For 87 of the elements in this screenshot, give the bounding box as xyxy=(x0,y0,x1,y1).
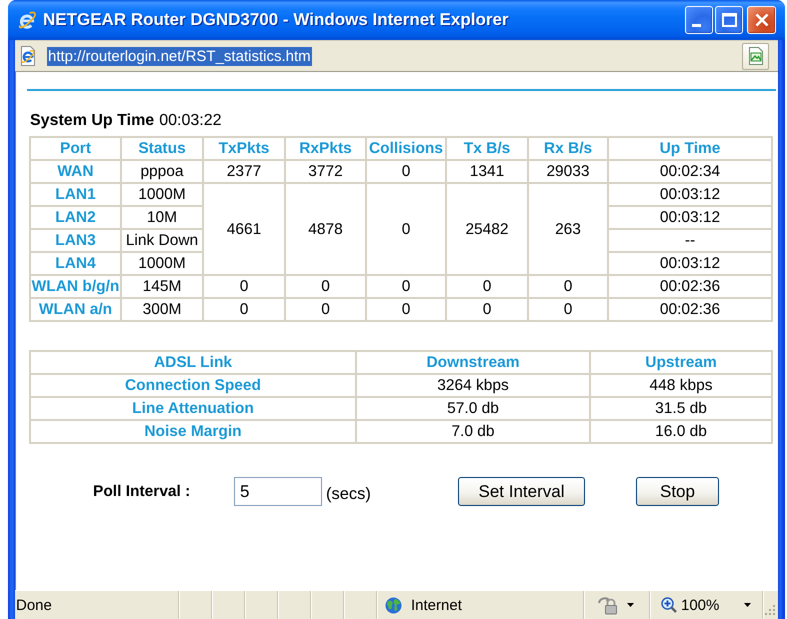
table-cell: 4878 xyxy=(285,183,366,275)
column-header: TxPkts xyxy=(203,137,285,160)
table-cell: 31.5 db xyxy=(590,397,772,420)
row-header: WAN xyxy=(30,160,121,183)
row-header: Noise Margin xyxy=(30,420,356,443)
column-header: Rx B/s xyxy=(528,137,608,160)
table-cell: 0 xyxy=(285,275,366,298)
set-interval-button[interactable]: Set Interval xyxy=(458,477,585,506)
table-cell: 57.0 db xyxy=(356,397,590,420)
table-cell: 0 xyxy=(528,298,608,321)
table-cell: 1000M xyxy=(121,183,203,206)
table-cell: 00:02:36 xyxy=(608,298,772,321)
lock-icon xyxy=(597,595,619,615)
picture-page-icon xyxy=(746,47,764,65)
table-cell: 0 xyxy=(446,298,528,321)
table-cell: 0 xyxy=(366,298,446,321)
table-cell: 1341 xyxy=(446,160,528,183)
table-cell: 0 xyxy=(203,275,285,298)
unit-label: (secs) xyxy=(326,485,372,504)
row-header: WLAN b/g/n xyxy=(30,275,121,298)
row-header: LAN3 xyxy=(30,229,121,252)
table-cell: 0 xyxy=(203,298,285,321)
table-cell: 0 xyxy=(528,275,608,298)
poll-interval-label: Poll Interval : xyxy=(93,482,192,500)
close-button[interactable] xyxy=(747,6,776,34)
minimize-icon xyxy=(692,24,701,27)
caret-icon xyxy=(744,603,752,607)
resize-grip-icon xyxy=(765,605,776,616)
zone-label: Internet xyxy=(411,596,462,614)
uptime-value: 00:03:22 xyxy=(159,111,222,130)
zoom-in-icon xyxy=(661,597,677,613)
table-cell: 7.0 db xyxy=(356,420,590,443)
table-cell: 0 xyxy=(285,298,366,321)
table-cell: 0 xyxy=(366,160,446,183)
row-header: LAN4 xyxy=(30,252,121,275)
web-page-icon xyxy=(18,46,38,66)
column-header: Tx B/s xyxy=(446,137,528,160)
column-header: ADSL Link xyxy=(30,351,356,374)
caret-icon xyxy=(627,603,634,607)
table-cell: 00:03:12 xyxy=(608,206,772,229)
table-cell: 0 xyxy=(366,183,446,275)
table-cell: 29033 xyxy=(528,160,608,183)
stop-button[interactable]: Stop xyxy=(636,477,719,506)
table-cell: pppoa xyxy=(121,160,203,183)
globe-icon xyxy=(385,596,402,614)
column-header: Status xyxy=(121,137,203,160)
column-header: Up Time xyxy=(608,137,772,160)
poll-interval-field[interactable]: 5 xyxy=(234,477,322,506)
zoom-button[interactable]: 100% xyxy=(661,596,752,614)
minimize-button[interactable] xyxy=(685,6,713,34)
table-cell: 16.0 db xyxy=(590,420,772,443)
maximize-icon xyxy=(722,13,736,27)
row-header: LAN2 xyxy=(30,206,121,229)
row-header: LAN1 xyxy=(30,183,121,206)
table-cell: 00:03:12 xyxy=(608,183,772,206)
column-header: Port xyxy=(30,137,121,160)
table-cell: 4661 xyxy=(203,183,285,275)
table-cell: 263 xyxy=(528,183,608,275)
table-cell: 0 xyxy=(366,275,446,298)
status-text: Done xyxy=(16,596,52,614)
table-cell: 0 xyxy=(446,275,528,298)
row-header: Line Attenuation xyxy=(30,397,356,420)
table-cell: 300M xyxy=(121,298,203,321)
table-cell: 3264 kbps xyxy=(356,374,590,397)
uptime-label: System Up Time xyxy=(30,111,154,130)
table-cell: 00:03:12 xyxy=(608,252,772,275)
browser-logo-icon xyxy=(17,10,37,30)
table-cell: 448 kbps xyxy=(590,374,772,397)
column-header: RxPkts xyxy=(285,137,366,160)
table-cell: 3772 xyxy=(285,160,366,183)
table-cell: 00:02:36 xyxy=(608,275,772,298)
column-header: Collisions xyxy=(366,137,446,160)
url-text[interactable]: http://routerlogin.net/RST_statistics.htm xyxy=(47,46,312,66)
table-cell: 2377 xyxy=(203,160,285,183)
table-cell: -- xyxy=(608,229,772,252)
page-button[interactable] xyxy=(742,42,769,70)
row-header: Connection Speed xyxy=(30,374,356,397)
column-header: Downstream xyxy=(356,351,590,374)
close-icon xyxy=(754,13,768,27)
table-cell: 145M xyxy=(121,275,203,298)
row-header: WLAN a/n xyxy=(30,298,121,321)
security-button[interactable] xyxy=(597,595,634,615)
maximize-button[interactable] xyxy=(715,6,743,34)
column-header: Upstream xyxy=(590,351,772,374)
table-cell: 00:02:34 xyxy=(608,160,772,183)
window-title: NETGEAR Router DGND3700 - Windows Internet Explorer xyxy=(43,10,509,30)
table-cell: 25482 xyxy=(446,183,528,275)
